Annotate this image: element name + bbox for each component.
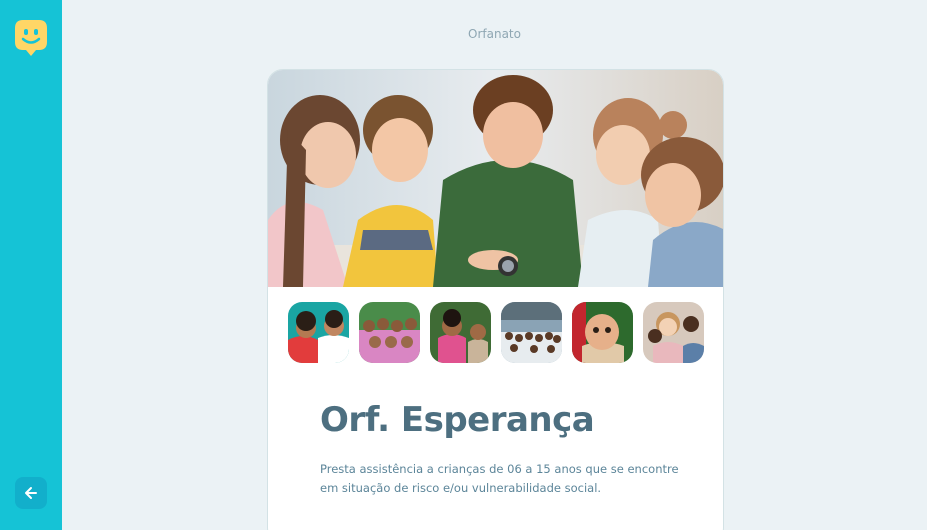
gallery-thumb-1[interactable] (288, 302, 349, 363)
page-title: Orfanato (468, 27, 521, 41)
orphanage-description: Presta assistência a crianças de 06 a 15… (320, 462, 679, 495)
back-button[interactable] (15, 477, 47, 509)
arrow-left-icon (25, 487, 37, 499)
orphanage-name: Orf. Esperança (320, 400, 595, 440)
gallery-thumb-5[interactable] (572, 302, 633, 363)
gallery-thumb-2[interactable] (359, 302, 420, 363)
happy-face-pin-icon[interactable] (15, 20, 47, 57)
hero-photo (268, 70, 723, 287)
image-gallery (288, 302, 704, 363)
orphanage-details-card: Orf. Esperança Presta assistência a cria… (267, 69, 724, 530)
gallery-thumb-4[interactable] (501, 302, 562, 363)
gallery-thumb-6[interactable] (643, 302, 704, 363)
gallery-thumb-3[interactable] (430, 302, 491, 363)
sidebar (0, 0, 62, 530)
